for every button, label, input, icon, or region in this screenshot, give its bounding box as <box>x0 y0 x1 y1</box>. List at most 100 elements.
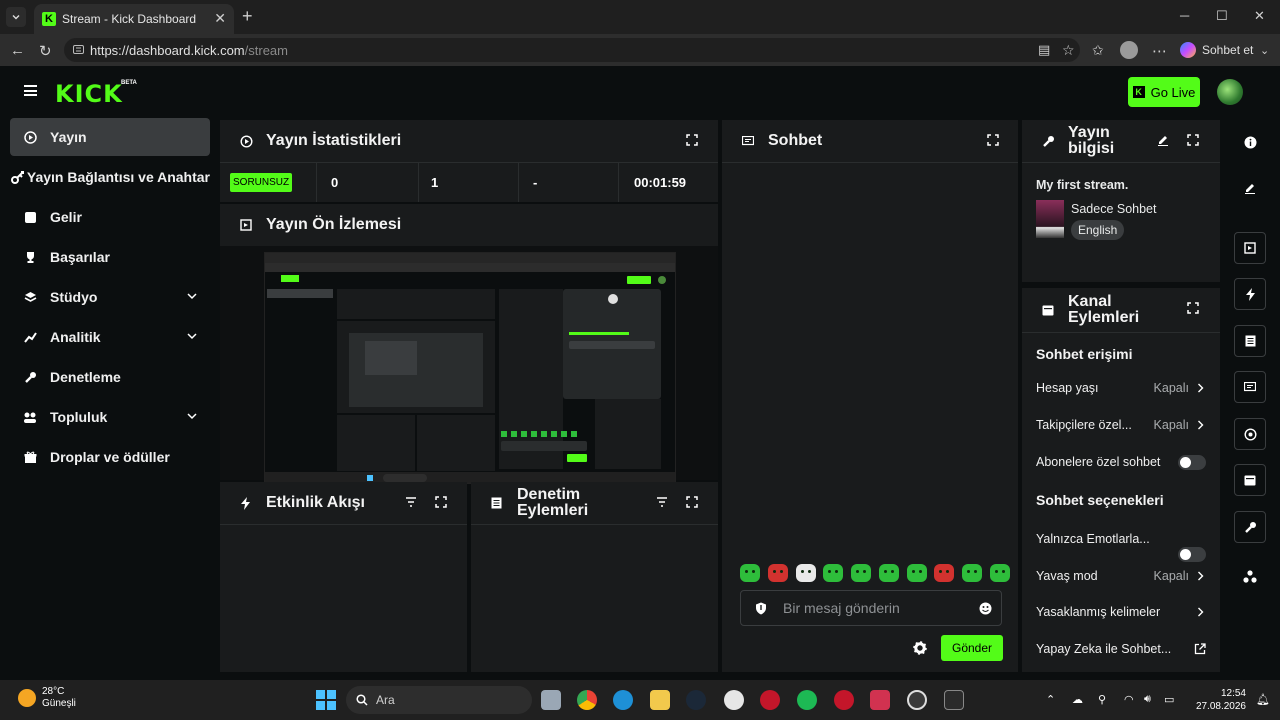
expand-icon[interactable] <box>987 134 999 146</box>
hamburger-menu-icon[interactable] <box>24 85 37 96</box>
battery-icon[interactable]: ▭ <box>1164 693 1174 706</box>
list-icon[interactable] <box>1234 325 1266 357</box>
info-icon[interactable] <box>1234 126 1266 158</box>
go-live-button[interactable]: K Go Live <box>1128 77 1200 107</box>
back-button[interactable]: ← <box>10 42 25 59</box>
chat-bubble-icon[interactable] <box>1234 371 1266 403</box>
followers-only-value[interactable]: Kapalı <box>1154 418 1204 432</box>
expand-icon[interactable] <box>686 496 698 508</box>
emote-icon[interactable] <box>878 564 899 582</box>
expand-icon[interactable] <box>435 496 447 508</box>
edit-pencil-icon[interactable] <box>1157 134 1169 146</box>
start-button[interactable] <box>316 690 336 710</box>
play-circle-icon[interactable] <box>1234 418 1266 450</box>
reload-button[interactable]: ↻ <box>39 42 52 60</box>
edit-pencil-icon[interactable] <box>1234 172 1266 204</box>
emote-icon[interactable] <box>906 564 927 582</box>
expand-icon[interactable] <box>686 134 698 146</box>
chevron-up-icon[interactable]: ⌃ <box>1046 693 1055 706</box>
url-field[interactable]: https://dashboard.kick.com/stream <box>64 38 1080 62</box>
expand-icon[interactable] <box>1187 302 1199 314</box>
file-explorer-icon[interactable] <box>650 690 670 710</box>
emotes-only-toggle[interactable] <box>1178 547 1206 562</box>
lightning-icon[interactable] <box>1234 278 1266 310</box>
moderation-header: Denetim Eylemleri <box>471 482 718 524</box>
favorites-icon[interactable]: ✩ <box>1092 42 1104 59</box>
emote-icon[interactable] <box>934 564 955 582</box>
sidebar-item-droplar[interactable]: Droplar ve ödüller <box>10 438 210 476</box>
sidebar-item-denetleme[interactable]: Denetleme <box>10 358 210 396</box>
settings-gear-icon[interactable] <box>913 641 927 655</box>
weather-widget[interactable]: 28°C Güneşli <box>18 686 76 710</box>
minimize-button[interactable]: ─ <box>1180 8 1189 23</box>
emote-icon[interactable] <box>851 564 872 582</box>
chevron-right-icon[interactable] <box>1197 607 1204 617</box>
video-icon[interactable] <box>1234 232 1266 264</box>
task-view-icon[interactable] <box>541 690 561 710</box>
user-avatar[interactable] <box>1217 79 1243 105</box>
sidebar-item-basarilar[interactable]: Başarılar <box>10 238 210 276</box>
kick-logo[interactable]: KICK <box>55 80 123 108</box>
slow-mode-value[interactable]: Kapalı <box>1154 569 1204 583</box>
chevron-down-icon[interactable]: ⌄ <box>1260 44 1269 57</box>
external-link-icon[interactable] <box>1194 643 1206 655</box>
sidebar-item-gelir[interactable]: Gelir <box>10 198 210 236</box>
taskbar-search[interactable]: Ara <box>346 686 532 714</box>
wifi-icon[interactable]: ◠ <box>1124 693 1134 706</box>
close-tab-icon[interactable]: ✕ <box>214 10 226 27</box>
channel-icon[interactable] <box>1234 464 1266 496</box>
more-menu-icon[interactable]: ⋯ <box>1152 42 1167 60</box>
shapes-icon[interactable] <box>1234 560 1266 592</box>
maximize-button[interactable]: ☐ <box>1216 8 1228 24</box>
copilot-button[interactable]: Sohbet et <box>1180 42 1253 58</box>
edge-icon[interactable] <box>613 690 633 710</box>
browser-tab[interactable]: K Stream - Kick Dashboard ✕ <box>34 4 234 34</box>
ai-chat-row[interactable]: Yapay Zeka ile Sohbet... <box>1036 637 1206 661</box>
sidebar-item-stream-key[interactable]: Yayın Bağlantısı ve Anahtar <box>10 158 210 196</box>
send-button[interactable]: Gönder <box>941 635 1003 661</box>
expand-icon[interactable] <box>1187 134 1199 146</box>
emoji-icon[interactable] <box>979 602 992 615</box>
category-name[interactable]: Sadece Sohbet <box>1071 202 1157 216</box>
app-icon[interactable] <box>870 690 890 710</box>
tab-list-button[interactable] <box>6 7 26 27</box>
volume-icon[interactable]: 🔊︎ <box>1144 693 1151 706</box>
banned-words-row[interactable]: Yasaklanmış kelimeler <box>1036 600 1206 624</box>
account-age-value[interactable]: Kapalı <box>1154 381 1204 395</box>
filter-icon[interactable] <box>656 497 668 507</box>
sidebar-item-studyo[interactable]: Stüdyo <box>10 278 210 316</box>
emote-icon[interactable] <box>989 564 1010 582</box>
emote-icon[interactable] <box>740 564 760 582</box>
chrome-icon[interactable] <box>577 690 597 710</box>
spotify-icon[interactable] <box>797 690 817 710</box>
sidebar-item-yayin[interactable]: Yayın <box>10 118 210 156</box>
cloud-icon[interactable]: ☁ <box>1072 693 1083 706</box>
category-thumbnail[interactable] <box>1036 200 1064 238</box>
emote-icon[interactable] <box>795 564 816 582</box>
reader-view-icon[interactable]: ▤ <box>1038 42 1050 58</box>
site-info-icon[interactable] <box>72 43 85 56</box>
new-tab-button[interactable]: + <box>242 6 253 27</box>
chat-message-input[interactable]: Bir mesaj gönderin <box>740 590 1002 626</box>
filter-icon[interactable] <box>405 497 417 507</box>
emote-icon[interactable] <box>767 564 788 582</box>
steam-icon[interactable] <box>686 690 706 710</box>
close-window-button[interactable]: ✕ <box>1254 8 1265 24</box>
terminal-icon[interactable] <box>944 690 964 710</box>
stream-preview-video[interactable] <box>264 252 676 484</box>
system-clock[interactable]: 12:54 27.08.2026 <box>1194 687 1246 713</box>
notifications-icon[interactable]: 🔔︎ <box>1256 693 1270 706</box>
app-icon[interactable] <box>834 690 854 710</box>
profile-icon[interactable] <box>1120 41 1138 59</box>
wrench-icon[interactable] <box>1234 511 1266 543</box>
favorite-star-icon[interactable]: ☆ <box>1062 42 1075 59</box>
obs-icon[interactable] <box>724 690 744 710</box>
emote-icon[interactable] <box>823 564 844 582</box>
app-icon[interactable] <box>907 690 927 710</box>
app-icon[interactable] <box>760 690 780 710</box>
subscribers-only-toggle[interactable] <box>1178 455 1206 470</box>
network-icon[interactable]: ⚲ <box>1098 693 1106 706</box>
sidebar-item-topluluk[interactable]: Topluluk <box>10 398 210 436</box>
sidebar-item-analitik[interactable]: Analitik <box>10 318 210 356</box>
emote-icon[interactable] <box>962 564 983 582</box>
